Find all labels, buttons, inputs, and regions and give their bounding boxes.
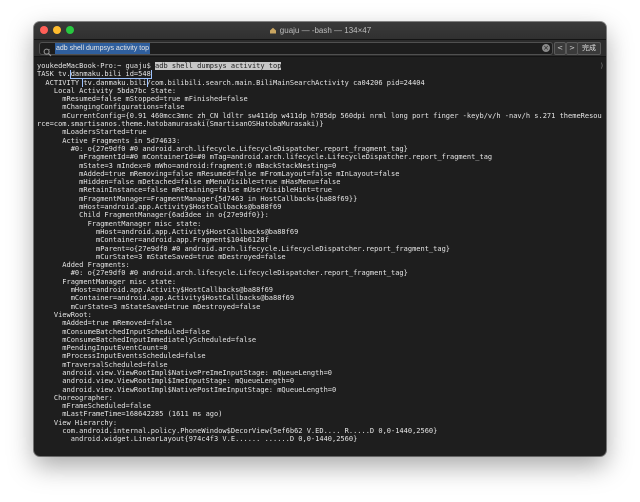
- activity-suffix: /com.bilibili.search.main.BiliMainSearch…: [146, 78, 425, 87]
- line-wrap-marker: ): [599, 62, 604, 70]
- output-line: Choreographer:: [37, 393, 113, 402]
- terminal-output[interactable]: youkedeMacBook-Pro:~ guaju$ adb shell du…: [34, 57, 606, 456]
- find-field[interactable]: adb shell dumpsys activity top ×: [39, 42, 553, 57]
- output-line: mTraversalScheduled=false: [37, 360, 168, 369]
- output-line: FragmentManager misc state:: [37, 219, 202, 228]
- output-line: mConsumeBatchedInputScheduled=false: [37, 327, 210, 336]
- find-query[interactable]: adb shell dumpsys activity top: [55, 43, 150, 54]
- output-line: mLoadersStarted=true: [37, 128, 147, 137]
- window-title: guaju — -bash — 134×47: [279, 26, 372, 35]
- find-previous-button[interactable]: <: [554, 42, 566, 55]
- output-line: mPendingInputEventCount=0: [37, 344, 168, 353]
- prompt-line: youkedeMacBook-Pro:~ guaju$ adb shell du…: [37, 62, 603, 70]
- find-bar: adb shell dumpsys activity top × < > 完成: [34, 40, 606, 57]
- output-line: ViewRoot:: [37, 310, 92, 319]
- output-line: mContainer=android.app.Fragment$104b6128…: [37, 236, 269, 245]
- output-line: mRetainInstance=false mRetaining=false m…: [37, 186, 333, 195]
- task-highlight: danmaku.bili id=548: [69, 70, 152, 79]
- task-line: TASK tv.danmaku.bili id=548: [37, 70, 603, 79]
- output-line: com.android.internal.policy.PhoneWindow$…: [37, 427, 438, 436]
- output-line: mProcessInputEventsScheduled=false: [37, 352, 206, 361]
- output-line: rce=com.smartisanos.theme.hatobamurasaki…: [37, 120, 324, 129]
- task-prefix: TASK tv.: [37, 70, 71, 79]
- output-line: mHost=android.app.Activity$HostCallbacks…: [37, 203, 282, 212]
- find-done-button[interactable]: 完成: [577, 42, 601, 55]
- output-line: mHost=android.app.Activity$HostCallbacks…: [37, 286, 274, 295]
- output-line: mHost=android.app.Activity$HostCallbacks…: [37, 227, 299, 236]
- output-line: mHidden=false mDetached=false mMenuVisib…: [37, 178, 341, 187]
- output-line: mAdded=true mRemoved=false: [37, 319, 172, 328]
- output-line: mAdded=true mRemoving=false mResumed=fal…: [37, 169, 400, 178]
- output-line: View Hierarchy:: [37, 418, 118, 427]
- output-line: mFrameScheduled=false: [37, 402, 151, 411]
- output-line: #0: o{27e9df0 #0 android.arch.lifecycle.…: [37, 269, 408, 278]
- activity-package-highlight: tv.danmaku.bili: [82, 78, 148, 87]
- output-line: android.widget.LinearLayout{974c4f3 V.E.…: [37, 435, 358, 444]
- home-folder-icon: [269, 23, 277, 40]
- output-line: mContainer=android.app.Activity$HostCall…: [37, 294, 295, 303]
- output-line: #0: o{27e9df0 #0 android.arch.lifecycle.…: [37, 144, 408, 153]
- output-line: mResumed=false mStopped=true mFinished=f…: [37, 95, 248, 104]
- output-line: mFragmentManager=FragmentManager{5d7463 …: [37, 194, 358, 203]
- output-line: android.view.ViewRootImpl$NativePreImeIn…: [37, 368, 333, 377]
- title-bar[interactable]: guaju — -bash — 134×47: [34, 22, 606, 40]
- output-line: mChangingConfigurations=false: [37, 103, 185, 112]
- window-title-wrap: guaju — -bash — 134×47: [34, 22, 606, 39]
- shell-prompt: youkedeMacBook-Pro:~ guaju$: [37, 62, 156, 70]
- output-line: mCurState=3 mStateSaved=true mDestroyed=…: [37, 302, 261, 311]
- command-text: adb shell dumpsys activity top: [155, 62, 282, 70]
- output-line: mConsumeBatchedInputImmediatelyScheduled…: [37, 335, 257, 344]
- output-line: android.view.ViewRootImpl$ImeInputStage:…: [37, 377, 295, 386]
- output-line: Added Fragments:: [37, 261, 130, 270]
- activity-line: ACTIVITY tv.danmaku.bili/com.bilibili.se…: [37, 78, 603, 87]
- output-line: Child FragmentManager{6ad3dee in o{27e9d…: [37, 211, 269, 220]
- output-line: mLastFrameTime=168642285 (1611 ms ago): [37, 410, 223, 419]
- output-line: FragmentManager misc state:: [37, 277, 177, 286]
- output-line: mFragmentId=#0 mContainerId=#0 mTag=andr…: [37, 153, 493, 162]
- clear-search-icon[interactable]: ×: [542, 44, 550, 52]
- output-line: mCurState=3 mStateSaved=true mDestroyed=…: [37, 252, 286, 261]
- activity-prefix: ACTIVITY: [37, 78, 84, 87]
- terminal-window: guaju — -bash — 134×47 adb shell dumpsys…: [34, 22, 606, 456]
- output-line: Active Fragments in 5d74633:: [37, 136, 181, 145]
- output-line: mParent=o{27e9df0 #0 android.arch.lifecy…: [37, 244, 451, 253]
- output-line: android.view.ViewRootImpl$NativePostImeI…: [37, 385, 337, 394]
- output-line: Local Activity 5bda7bc State:: [37, 86, 177, 95]
- output-lines: Local Activity 5bda7bc State: mResumed=f…: [37, 87, 603, 444]
- output-line: mCurrentConfig={0.91 460mcc3mnc zh_CN ld…: [37, 111, 602, 120]
- output-line: mState=3 mIndex=0 mWho=android:fragment:…: [37, 161, 337, 170]
